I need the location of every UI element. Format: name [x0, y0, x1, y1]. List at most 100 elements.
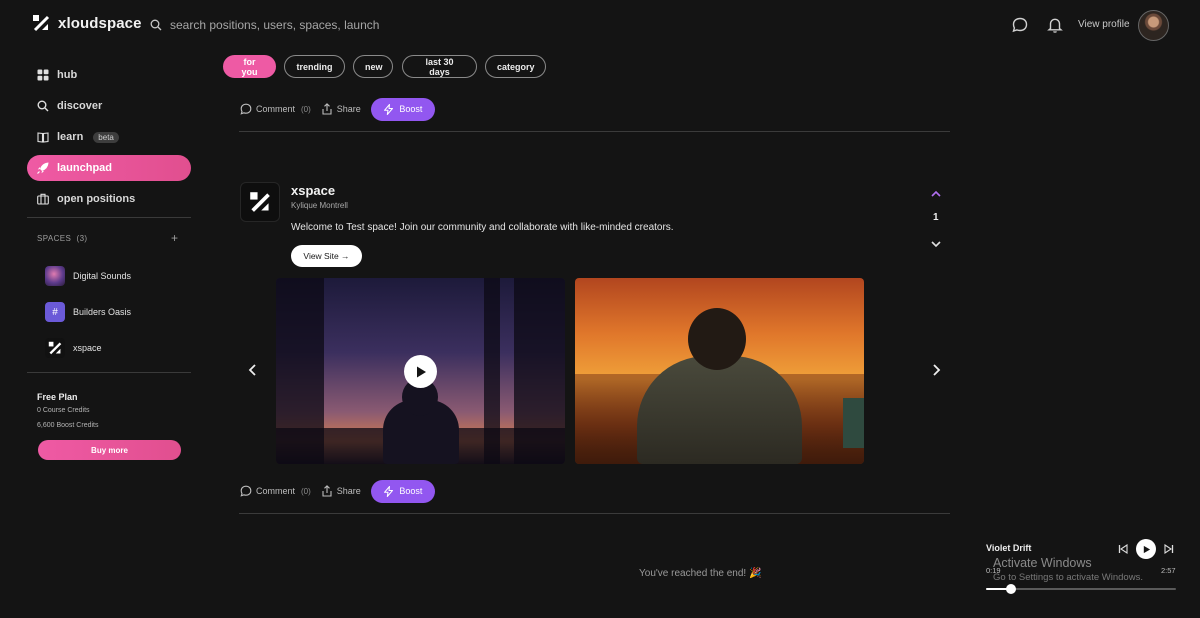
activate-windows-hint: Go to Settings to activate Windows.: [993, 572, 1143, 583]
hash-icon: #: [45, 302, 65, 322]
sidebar-item-open-positions[interactable]: open positions: [27, 186, 191, 212]
search-input[interactable]: [170, 18, 380, 32]
grid-icon: [37, 69, 49, 81]
boost-label: Boost: [399, 104, 423, 114]
xloudspace-logo-icon: [33, 15, 50, 32]
post-author[interactable]: Kylique Montrell: [291, 201, 348, 210]
avatar[interactable]: [1138, 10, 1169, 41]
space-item-builders-oasis[interactable]: # Builders Oasis: [45, 302, 131, 322]
space-item-digital-sounds[interactable]: Digital Sounds: [45, 266, 131, 286]
skip-previous-icon[interactable]: [1117, 539, 1129, 559]
add-space-button[interactable]: +: [171, 231, 178, 245]
spaces-label: SPACES: [37, 234, 72, 243]
comment-button[interactable]: Comment (0): [240, 103, 311, 115]
track-progress-handle[interactable]: [1005, 584, 1016, 594]
comment-label: Comment: [256, 104, 296, 114]
chat-bubble-icon[interactable]: [1011, 16, 1029, 34]
track-progress-bar[interactable]: [986, 584, 1176, 594]
sidebar-item-label: launchpad: [57, 162, 113, 174]
sidebar-item-label: open positions: [57, 193, 136, 205]
chevron-up-icon[interactable]: [928, 186, 944, 202]
sidebar-item-hub[interactable]: hub: [27, 62, 191, 88]
post-divider: [239, 131, 950, 132]
search-bar[interactable]: [150, 14, 385, 36]
share-label: Share: [336, 104, 361, 114]
play-video-button[interactable]: [404, 355, 437, 388]
sidebar-item-launchpad[interactable]: launchpad: [27, 155, 191, 181]
space-item-label: xspace: [73, 343, 102, 353]
search-icon: [150, 19, 162, 31]
vote-count: 1: [933, 212, 939, 223]
app-logo[interactable]: xloudspace: [32, 14, 142, 32]
space-item-label: Digital Sounds: [73, 271, 132, 281]
post-divider: [239, 513, 950, 514]
course-credits: 0 Course Credits: [37, 407, 90, 414]
skip-next-icon[interactable]: [1163, 539, 1175, 559]
spaces-heading: SPACES (3): [37, 234, 88, 243]
boost-button[interactable]: Boost: [370, 97, 435, 121]
post-body: Welcome to Test space! Join our communit…: [291, 222, 674, 233]
top-bar: xloudspace View profile: [0, 0, 1200, 50]
sidebar-item-label: learn: [57, 131, 84, 143]
xspace-logo-icon: [45, 338, 65, 358]
sidebar-item-label: hub: [57, 69, 78, 81]
search-icon: [37, 100, 49, 112]
comment-button[interactable]: Comment (0): [240, 485, 311, 497]
boost-label: Boost: [399, 486, 423, 496]
comment-count: (0): [301, 104, 311, 114]
media-image-thumbnail[interactable]: [575, 278, 864, 464]
share-icon: [322, 485, 332, 497]
feed-end-message: You've reached the end! 🎉: [639, 568, 762, 579]
post-actions: Comment (0) Share Boost: [240, 97, 435, 121]
share-button[interactable]: Share: [321, 103, 361, 115]
lightning-icon: [384, 103, 394, 115]
share-icon: [322, 103, 332, 115]
comment-label: Comment: [256, 486, 296, 496]
space-item-label: Builders Oasis: [73, 307, 132, 317]
xspace-logo-icon: [250, 192, 270, 212]
sidebar-divider: [27, 217, 191, 218]
track-title: Violet Drift: [986, 543, 1032, 553]
rocket-icon: [37, 162, 49, 174]
post-actions: Comment (0) Share Boost: [240, 479, 435, 503]
sidebar-item-discover[interactable]: discover: [27, 93, 191, 119]
space-item-xspace[interactable]: xspace: [45, 338, 102, 358]
track-duration: 2:57: [1161, 566, 1176, 575]
view-site-button[interactable]: View Site →: [291, 245, 362, 267]
chevron-down-icon[interactable]: [928, 236, 944, 252]
app-name: xloudspace: [58, 14, 142, 32]
player-play-button[interactable]: [1136, 539, 1156, 559]
bell-icon[interactable]: [1046, 16, 1064, 34]
plan-title: Free Plan: [37, 392, 78, 402]
chevron-left-icon[interactable]: [246, 362, 260, 378]
spaces-count: (3): [76, 234, 88, 243]
filter-category[interactable]: category: [485, 55, 546, 78]
share-button[interactable]: Share: [321, 485, 361, 497]
play-icon: [1143, 545, 1150, 553]
comment-icon: [240, 103, 252, 115]
boost-credits: 6,600 Boost Credits: [37, 422, 99, 429]
share-label: Share: [336, 486, 361, 496]
comment-count: (0): [301, 486, 311, 496]
lightning-icon: [384, 485, 394, 497]
activate-windows-title: Activate Windows: [993, 556, 1092, 570]
buy-more-button[interactable]: Buy more: [38, 440, 181, 460]
filter-new[interactable]: new: [353, 55, 393, 78]
beta-badge: beta: [93, 131, 119, 143]
book-icon: [37, 132, 49, 143]
view-profile-link[interactable]: View profile: [1078, 19, 1130, 30]
space-thumbnail: [45, 266, 65, 286]
play-icon: [416, 366, 426, 377]
filter-trending[interactable]: trending: [284, 55, 345, 78]
boost-button[interactable]: Boost: [370, 479, 435, 503]
sidebar-item-label: discover: [57, 100, 103, 112]
post-title[interactable]: xspace: [291, 183, 335, 198]
filter-for-you[interactable]: for you: [223, 55, 276, 78]
sidebar-item-learn[interactable]: learn beta: [27, 124, 191, 150]
briefcase-icon: [37, 193, 49, 205]
comment-icon: [240, 485, 252, 497]
sidebar-divider: [27, 372, 191, 373]
filter-last-30-days[interactable]: last 30 days: [402, 55, 477, 78]
chevron-right-icon[interactable]: [929, 362, 943, 378]
post-space-logo[interactable]: [240, 182, 280, 222]
